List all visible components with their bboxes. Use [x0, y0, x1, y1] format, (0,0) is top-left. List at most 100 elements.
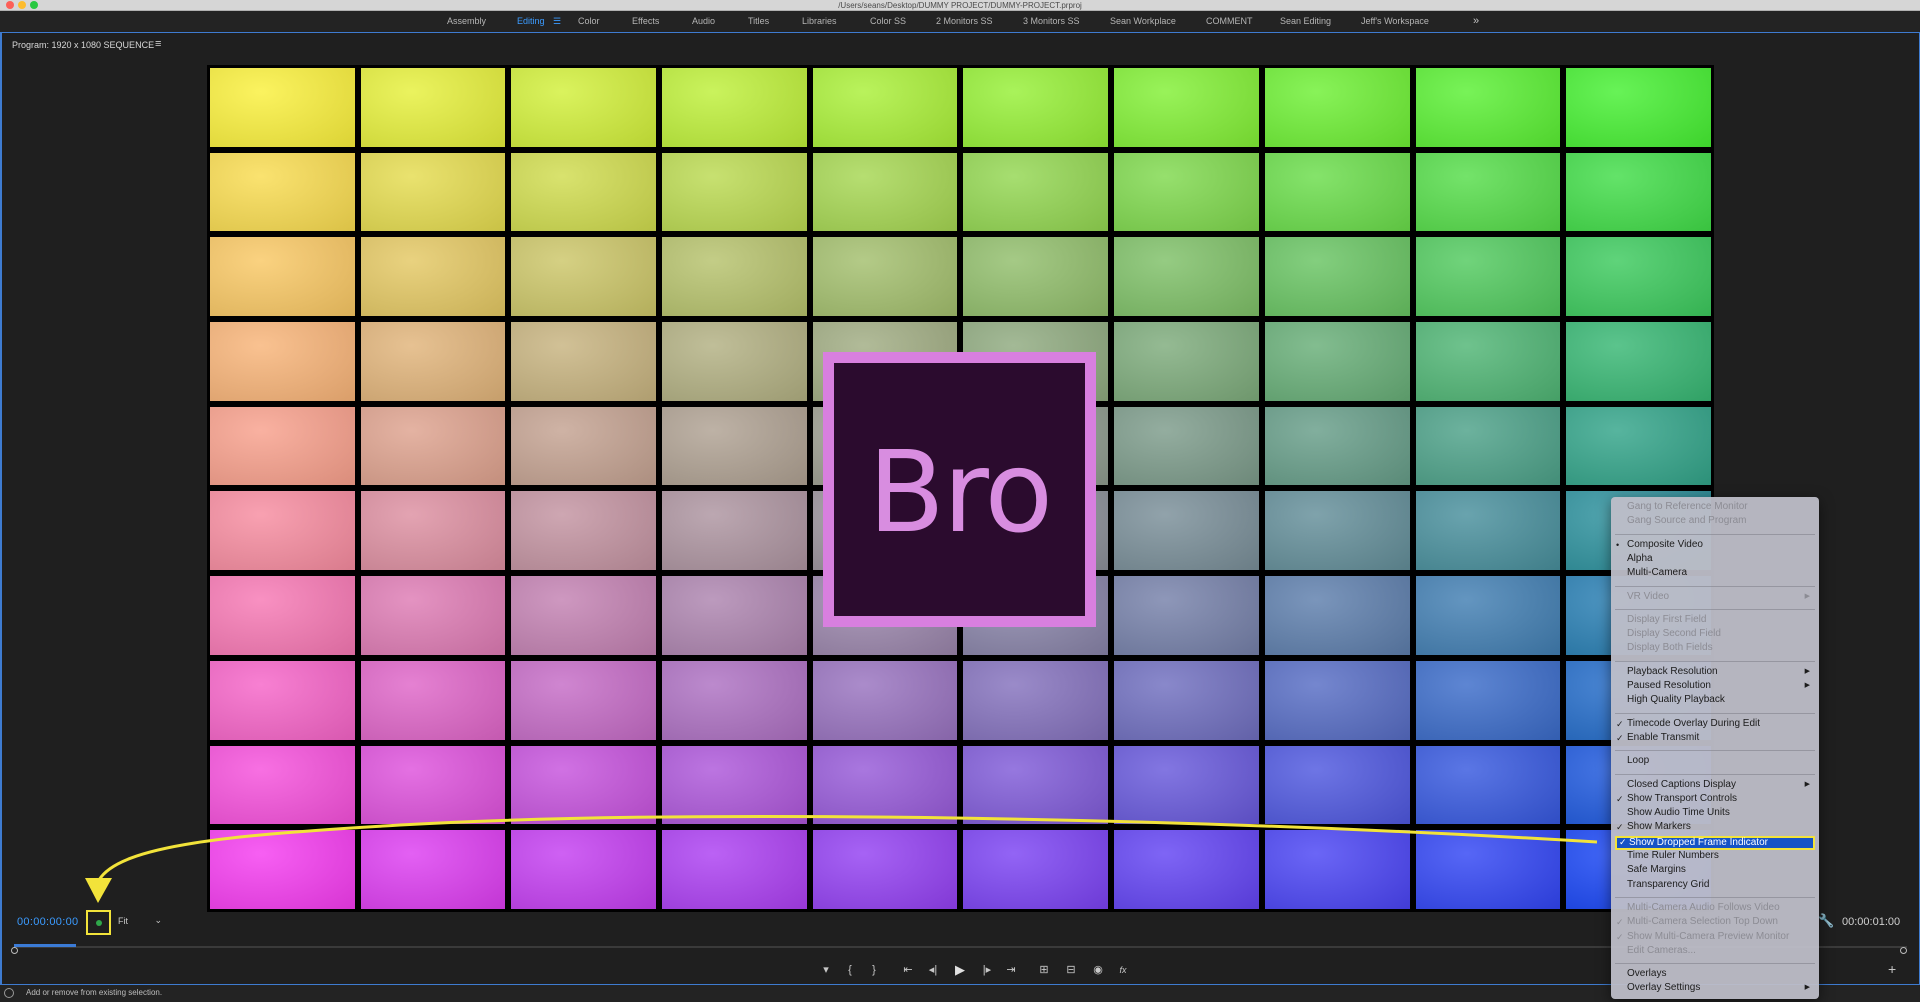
- menu-item-show-dropped-frame-indicator[interactable]: Show Dropped Frame Indicator: [1615, 836, 1815, 850]
- menu-item-multi-camera-audio-follows-video: Multi-Camera Audio Follows Video: [1627, 902, 1780, 913]
- menu-item-multi-camera[interactable]: Multi-Camera: [1627, 567, 1687, 579]
- ruler-start-handle[interactable]: [11, 947, 18, 954]
- workspace-tab-assembly[interactable]: Assembly: [447, 11, 486, 32]
- zoom-level-select[interactable]: Fit ⌄: [118, 915, 162, 929]
- color-grid-cell: [360, 322, 506, 401]
- color-grid-cell: [210, 745, 355, 825]
- go-to-in-icon[interactable]: ⇤: [900, 962, 916, 978]
- menu-item-composite-video[interactable]: Composite Video: [1627, 539, 1703, 551]
- menu-item-timecode-overlay-during-edit[interactable]: Timecode Overlay During Edit: [1627, 718, 1760, 730]
- playhead-timecode[interactable]: 00:00:00:00: [17, 916, 78, 928]
- fx-icon[interactable]: fx: [1115, 962, 1131, 978]
- add-marker-icon[interactable]: ▾: [818, 962, 834, 978]
- step-back-icon[interactable]: ◂|: [925, 962, 941, 978]
- submenu-arrow-icon: ▶: [1804, 781, 1810, 788]
- lift-icon[interactable]: ⊞: [1036, 962, 1052, 978]
- menu-item-overlay-settings[interactable]: Overlay Settings: [1627, 982, 1700, 994]
- color-grid-cell: [1264, 491, 1410, 571]
- menu-item-show-transport-controls[interactable]: Show Transport Controls: [1627, 793, 1737, 805]
- color-grid-cell: [1415, 406, 1561, 486]
- color-grid-cell: [360, 491, 506, 571]
- menu-item-enable-transmit[interactable]: Enable Transmit: [1627, 732, 1699, 744]
- menu-separator: [1615, 533, 1815, 535]
- workspace-bar: ☰ » Assembly Editing Color Effects Audio Titl…: [0, 11, 1920, 32]
- workspace-tab-jeff-s-workspace[interactable]: Jeff's Workspace: [1361, 11, 1429, 32]
- go-to-out-icon[interactable]: ⇥: [1003, 962, 1019, 978]
- menu-item-loop[interactable]: Loop: [1627, 755, 1649, 767]
- panel-menu-icon[interactable]: ≡: [155, 38, 161, 50]
- menu-separator: [1615, 585, 1815, 587]
- workspace-tab-editing[interactable]: Editing: [517, 11, 545, 32]
- menu-item-safe-margins[interactable]: Safe Margins: [1627, 864, 1686, 876]
- color-grid-cell: [210, 406, 355, 486]
- color-grid-cell: [1415, 576, 1561, 655]
- menu-item-alpha[interactable]: Alpha: [1627, 553, 1653, 565]
- menu-item-overlays[interactable]: Overlays: [1627, 968, 1666, 980]
- color-grid-cell: [360, 68, 506, 147]
- workspace-tab-titles[interactable]: Titles: [748, 11, 769, 32]
- menu-separator: [1615, 773, 1815, 775]
- workspace-tab-sean-workplace[interactable]: Sean Workplace: [1110, 11, 1176, 32]
- menu-item-time-ruler-numbers[interactable]: Time Ruler Numbers: [1627, 850, 1719, 862]
- menu-item-closed-captions-display[interactable]: Closed Captions Display: [1627, 779, 1736, 791]
- color-grid-cell: [511, 491, 657, 571]
- workspace-tab-audio[interactable]: Audio: [692, 11, 715, 32]
- color-grid-cell: [812, 68, 958, 147]
- workspace-menu-icon[interactable]: ☰: [553, 17, 561, 26]
- mark-out-icon[interactable]: }: [866, 962, 882, 978]
- status-icon: [4, 988, 14, 998]
- color-grid-cell: [963, 745, 1109, 825]
- checkmark-icon: ✓: [1616, 794, 1624, 804]
- color-grid-cell: [1566, 237, 1711, 317]
- menu-item-playback-resolution[interactable]: Playback Resolution: [1627, 666, 1718, 678]
- menu-item-high-quality-playback[interactable]: High Quality Playback: [1627, 694, 1725, 706]
- export-frame-icon[interactable]: ◉: [1090, 962, 1106, 978]
- color-grid-cell: [210, 68, 355, 147]
- color-grid-cell: [1114, 830, 1259, 909]
- color-grid-cell: [1114, 68, 1259, 147]
- menu-item-vr-video: VR Video: [1627, 591, 1670, 602]
- panel-title[interactable]: Program: 1920 x 1080 SEQUENCE: [12, 40, 154, 50]
- color-grid-cell: [360, 745, 506, 825]
- dropped-frame-indicator[interactable]: [86, 910, 111, 935]
- menu-item-paused-resolution[interactable]: Paused Resolution: [1627, 680, 1711, 692]
- chevron-double-right-icon[interactable]: »: [1473, 11, 1479, 32]
- color-grid-cell: [511, 830, 657, 909]
- menu-item-show-markers[interactable]: Show Markers: [1627, 821, 1691, 833]
- workspace-tab-color-ss[interactable]: Color SS: [870, 11, 906, 32]
- mark-in-icon[interactable]: {: [842, 962, 858, 978]
- color-grid-cell: [1264, 576, 1410, 655]
- chevron-down-icon: ⌄: [154, 915, 162, 925]
- step-forward-icon[interactable]: |▸: [979, 962, 995, 978]
- color-grid-cell: [1264, 406, 1410, 486]
- extract-icon[interactable]: ⊟: [1063, 962, 1079, 978]
- add-button-icon[interactable]: +: [1888, 961, 1896, 977]
- color-grid-cell: [511, 745, 657, 825]
- submenu-arrow-icon: ▶: [1804, 984, 1810, 991]
- color-grid-cell: [1264, 237, 1410, 317]
- menu-item-transparency-grid[interactable]: Transparency Grid: [1627, 879, 1709, 891]
- play-icon[interactable]: ▶: [952, 962, 968, 978]
- workspace-tab-color[interactable]: Color: [578, 11, 600, 32]
- color-grid-cell: [963, 830, 1109, 909]
- workspace-tab-libraries[interactable]: Libraries: [802, 11, 837, 32]
- color-grid-cell: [1114, 406, 1259, 486]
- workspace-tab-sean-editing[interactable]: Sean Editing: [1280, 11, 1331, 32]
- workspace-tab-3-monitors-ss[interactable]: 3 Monitors SS: [1023, 11, 1080, 32]
- checkmark-icon: ✓: [1616, 932, 1624, 942]
- color-grid-cell: [1415, 830, 1561, 909]
- color-grid-cell: [511, 152, 657, 232]
- color-grid-cell: [210, 322, 355, 401]
- settings-wrench-icon[interactable]: 🔧: [1818, 913, 1834, 929]
- menu-separator: [1615, 750, 1815, 752]
- ruler-end-handle[interactable]: [1900, 947, 1907, 954]
- workspace-tab-2-monitors-ss[interactable]: 2 Monitors SS: [936, 11, 993, 32]
- color-grid-cell: [511, 660, 657, 740]
- color-grid-cell: [210, 491, 355, 571]
- color-grid-cell: [511, 68, 657, 147]
- checkmark-icon: ✓: [1616, 822, 1624, 832]
- workspace-tab-comment[interactable]: COMMENT: [1206, 11, 1253, 32]
- workspace-tab-effects[interactable]: Effects: [632, 11, 659, 32]
- menu-item-show-audio-time-units[interactable]: Show Audio Time Units: [1627, 807, 1730, 819]
- menu-item-display-first-field: Display First Field: [1627, 614, 1707, 625]
